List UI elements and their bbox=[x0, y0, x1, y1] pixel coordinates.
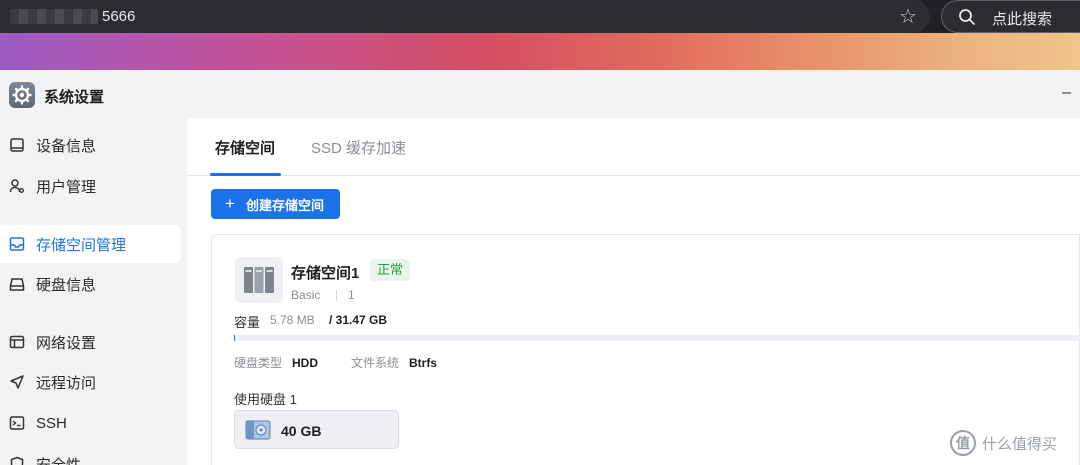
search-icon bbox=[959, 9, 975, 25]
watermark-text: 什么值得买 bbox=[982, 435, 1058, 453]
disk-chip[interactable]: 40 GB bbox=[234, 410, 399, 449]
sidebar-item-label: 安全性 bbox=[36, 456, 82, 465]
filesystem-value: Btrfs bbox=[409, 356, 438, 370]
disk-size: 40 GB bbox=[281, 423, 322, 439]
sidebar: 设备信息 用户管理 存储空间管理 硬盘信息 网络设置 远程访问 SSH 安全性 bbox=[0, 118, 187, 465]
sidebar-item-security[interactable]: 安全性 bbox=[0, 445, 181, 465]
main-content: 存储空间 SSD 缓存加速 + 创建存储空间 存储空间1 正常 Basic 1 … bbox=[187, 118, 1080, 465]
filesystem-label: 文件系统 bbox=[351, 356, 400, 370]
active-tab-indicator bbox=[210, 173, 281, 176]
create-storage-button[interactable]: + 创建存储空间 bbox=[211, 189, 340, 219]
tab-storage-space[interactable]: 存储空间 bbox=[215, 137, 275, 158]
shield-icon bbox=[10, 456, 24, 465]
disk-count: 1 bbox=[348, 288, 355, 302]
hard-disk-icon bbox=[245, 420, 271, 440]
capacity-label: 容量 bbox=[234, 315, 261, 330]
bookmark-star-icon[interactable]: ☆ bbox=[897, 6, 919, 28]
sidebar-item-storage-management[interactable]: 存储空间管理 bbox=[0, 225, 181, 263]
browser-toolbar: 5666 ☆ 点此搜索 bbox=[0, 0, 1080, 33]
plus-icon: + bbox=[225, 194, 235, 213]
terminal-icon bbox=[9, 416, 25, 430]
minimize-button[interactable]: – bbox=[1062, 83, 1080, 103]
watermark: 值 什么值得买 bbox=[950, 430, 1057, 456]
window-title: 系统设置 bbox=[44, 89, 105, 106]
sidebar-item-remote-access[interactable]: 远程访问 bbox=[0, 363, 181, 401]
capacity-total: / 31.47 GB bbox=[329, 313, 388, 327]
storage-pool-icon bbox=[235, 257, 283, 303]
disk-icon bbox=[9, 278, 25, 291]
capacity-used: 5.78 MB bbox=[270, 313, 315, 327]
sidebar-item-label: 硬盘信息 bbox=[36, 276, 97, 294]
address-bar[interactable]: 5666 ☆ bbox=[0, 0, 930, 33]
device-icon bbox=[10, 138, 24, 152]
status-badge: 正常 bbox=[370, 259, 410, 281]
raid-type: Basic bbox=[291, 288, 321, 302]
filesystem-row: 文件系统 Btrfs bbox=[351, 354, 437, 371]
window-titlebar: 系统设置 – bbox=[0, 70, 1080, 118]
disk-type-value: HDD bbox=[292, 356, 319, 370]
sidebar-item-label: 网络设置 bbox=[36, 334, 97, 352]
disk-type-row: 硬盘类型 HDD bbox=[234, 354, 318, 371]
network-icon bbox=[9, 335, 25, 349]
sidebar-item-user-management[interactable]: 用户管理 bbox=[0, 167, 181, 205]
settings-gear-icon bbox=[9, 82, 35, 108]
tab-bar: 存储空间 SSD 缓存加速 bbox=[187, 118, 1080, 176]
capacity-progress-fill bbox=[234, 335, 235, 341]
storage-pool-name: 存储空间1 bbox=[291, 265, 360, 282]
sidebar-item-label: SSH bbox=[36, 414, 67, 432]
url-text: 5666 bbox=[102, 8, 136, 25]
capacity-progress-bar bbox=[234, 335, 1080, 341]
settings-window: 系统设置 – 设备信息 用户管理 存储空间管理 硬盘信息 网络设置 远程访问 S… bbox=[0, 70, 1080, 465]
disk-type-label: 硬盘类型 bbox=[234, 356, 283, 370]
storage-icon bbox=[9, 237, 25, 251]
sidebar-item-label: 远程访问 bbox=[36, 374, 97, 392]
watermark-logo: 值 bbox=[950, 430, 976, 456]
sidebar-item-ssh[interactable]: SSH bbox=[0, 404, 181, 442]
sidebar-item-device-info[interactable]: 设备信息 bbox=[0, 126, 181, 164]
desktop-wallpaper bbox=[0, 33, 1080, 70]
sidebar-item-network-settings[interactable]: 网络设置 bbox=[0, 323, 181, 361]
divider bbox=[336, 290, 337, 301]
browser-search-box[interactable]: 点此搜索 bbox=[941, 0, 1080, 33]
sidebar-item-disk-info[interactable]: 硬盘信息 bbox=[0, 265, 181, 303]
create-storage-label: 创建存储空间 bbox=[245, 197, 324, 213]
search-placeholder: 点此搜索 bbox=[992, 11, 1053, 28]
remote-access-icon bbox=[10, 375, 24, 389]
sidebar-item-label: 存储空间管理 bbox=[36, 236, 127, 254]
used-disks-label: 使用硬盘 1 bbox=[234, 392, 297, 407]
url-redacted bbox=[10, 9, 98, 24]
tab-ssd-cache[interactable]: SSD 缓存加速 bbox=[311, 137, 406, 158]
user-icon bbox=[9, 179, 24, 193]
sidebar-item-label: 用户管理 bbox=[36, 178, 97, 196]
sidebar-item-label: 设备信息 bbox=[36, 137, 97, 155]
